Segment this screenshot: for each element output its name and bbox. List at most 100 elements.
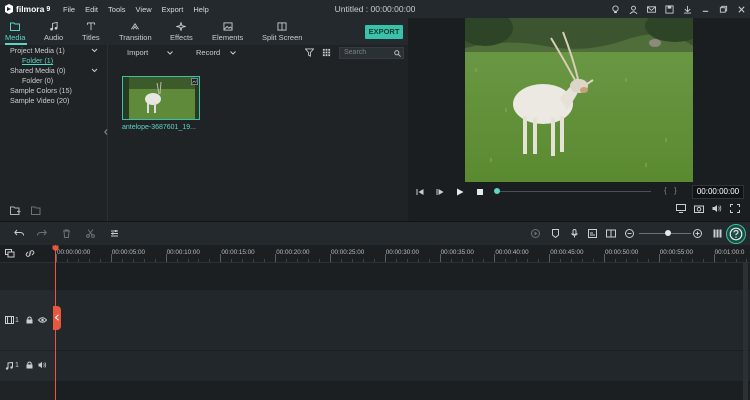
ruler-minor-tick bbox=[373, 259, 375, 262]
menu-tools[interactable]: Tools bbox=[108, 5, 126, 14]
folder-shared-media[interactable]: Shared Media (0) bbox=[10, 66, 66, 75]
display-settings-icon[interactable] bbox=[676, 204, 686, 213]
play-reverse-icon[interactable] bbox=[436, 188, 444, 196]
menu-export[interactable]: Export bbox=[162, 5, 184, 14]
timeline-scrollbar[interactable] bbox=[743, 263, 748, 400]
adjust-icon[interactable] bbox=[110, 229, 119, 238]
collapse-panel-icon[interactable] bbox=[104, 129, 108, 135]
play-icon[interactable] bbox=[456, 188, 464, 196]
ruler-tick-label: 00:00:45:00 bbox=[550, 249, 584, 256]
ruler-minor-tick bbox=[538, 259, 540, 262]
lock-icon[interactable] bbox=[26, 361, 33, 369]
ruler-tick-label: 00:00:20:00 bbox=[276, 249, 310, 256]
ruler-minor-tick bbox=[406, 259, 408, 262]
import-button[interactable]: Import bbox=[127, 48, 148, 57]
previous-frame-icon[interactable] bbox=[416, 188, 424, 196]
tab-titles[interactable]: Titles bbox=[82, 22, 100, 42]
tab-media[interactable]: Media bbox=[5, 22, 25, 42]
chevron-down-icon[interactable] bbox=[167, 51, 173, 55]
help-button[interactable] bbox=[726, 224, 746, 244]
video-track-row[interactable] bbox=[0, 290, 750, 350]
menu-help[interactable]: Help bbox=[193, 5, 208, 14]
mark-in-icon[interactable]: { bbox=[664, 186, 667, 195]
redo-icon[interactable] bbox=[37, 229, 47, 238]
eye-icon[interactable] bbox=[38, 317, 47, 323]
menu-edit[interactable]: Edit bbox=[85, 5, 98, 14]
preview-scrubber[interactable] bbox=[495, 191, 651, 192]
ruler-tick-label: 00:00:35:00 bbox=[440, 249, 474, 256]
zoom-slider-handle[interactable] bbox=[665, 230, 671, 236]
volume-icon[interactable] bbox=[712, 204, 722, 213]
delete-folder-icon[interactable] bbox=[31, 206, 42, 215]
ruler-minor-tick bbox=[724, 259, 726, 262]
ruler-tick-label: 00:00:10:00 bbox=[166, 249, 200, 256]
marker-icon[interactable] bbox=[551, 229, 560, 238]
link-icon[interactable] bbox=[25, 249, 35, 258]
menu-file[interactable]: File bbox=[63, 5, 75, 14]
search-icon[interactable] bbox=[394, 50, 401, 57]
playhead-track-grip[interactable] bbox=[53, 306, 61, 330]
tab-audio[interactable]: Audio bbox=[44, 22, 63, 42]
undo-icon[interactable] bbox=[14, 229, 24, 238]
cut-icon[interactable] bbox=[86, 229, 95, 238]
folder-shared-subfolder[interactable]: Folder (0) bbox=[22, 76, 53, 85]
ruler-minor-tick bbox=[505, 259, 507, 262]
tab-elements-label: Elements bbox=[212, 33, 244, 42]
folder-sample-colors[interactable]: Sample Colors (15) bbox=[10, 86, 72, 95]
delete-icon[interactable] bbox=[62, 229, 71, 238]
folder-project-subfolder[interactable]: Folder (1) bbox=[22, 56, 53, 65]
microphone-icon[interactable] bbox=[570, 229, 579, 238]
tab-elements[interactable]: Elements bbox=[212, 22, 243, 42]
ruler-minor-tick bbox=[582, 259, 584, 262]
snapshot-icon[interactable] bbox=[694, 204, 704, 213]
fullscreen-icon[interactable] bbox=[730, 204, 740, 213]
chevron-down-icon[interactable] bbox=[91, 68, 98, 73]
lightbulb-icon[interactable] bbox=[611, 4, 620, 14]
timeline-options-icon[interactable] bbox=[713, 229, 722, 238]
close-icon[interactable] bbox=[737, 5, 746, 14]
preview-scrubber-handle[interactable] bbox=[494, 188, 500, 194]
tab-transition[interactable]: Transition bbox=[119, 22, 152, 42]
new-folder-icon[interactable] bbox=[10, 206, 21, 215]
ruler-minor-tick bbox=[231, 259, 233, 262]
audio-track-number: 1 bbox=[15, 362, 19, 369]
voiceover-icon[interactable] bbox=[588, 229, 597, 238]
timeline-ruler[interactable]: 00:00:00:00 00:00:05:00 00:00:10:00 00:00:1… bbox=[0, 245, 750, 263]
lock-icon[interactable] bbox=[26, 316, 33, 324]
split-screen-timeline-icon[interactable] bbox=[606, 229, 616, 238]
stop-icon[interactable] bbox=[476, 188, 484, 196]
tab-effects[interactable]: Effects bbox=[170, 22, 193, 42]
menu-view[interactable]: View bbox=[136, 5, 152, 14]
tab-titles-label: Titles bbox=[82, 33, 100, 42]
ruler-minor-tick bbox=[680, 259, 682, 262]
filter-icon[interactable] bbox=[305, 48, 314, 57]
ruler-minor-tick bbox=[669, 259, 671, 262]
chevron-down-icon[interactable] bbox=[91, 48, 98, 53]
tab-split-screen[interactable]: Split Screen bbox=[262, 22, 302, 42]
ruler-tick-label: 00:00:05:00 bbox=[111, 249, 146, 256]
record-button[interactable]: Record bbox=[196, 48, 220, 57]
chevron-down-icon[interactable] bbox=[230, 51, 236, 55]
minimize-icon[interactable] bbox=[701, 5, 710, 14]
add-track-icon[interactable] bbox=[5, 249, 15, 258]
download-icon[interactable] bbox=[683, 5, 692, 14]
mail-icon[interactable] bbox=[647, 5, 656, 14]
save-icon[interactable] bbox=[665, 4, 674, 14]
account-icon[interactable] bbox=[629, 5, 638, 14]
tab-media-label: Media bbox=[5, 33, 26, 42]
playhead-handle[interactable] bbox=[52, 245, 59, 252]
mark-out-icon[interactable]: } bbox=[674, 186, 677, 195]
ruler-minor-tick bbox=[132, 259, 134, 262]
audio-track-row[interactable] bbox=[0, 351, 750, 381]
media-thumbnail[interactable] bbox=[122, 76, 200, 120]
export-button[interactable]: EXPORT bbox=[365, 25, 403, 39]
zoom-out-icon[interactable] bbox=[625, 229, 634, 238]
grid-view-icon[interactable] bbox=[322, 48, 331, 57]
restore-icon[interactable] bbox=[719, 5, 728, 14]
zoom-in-icon[interactable] bbox=[693, 229, 702, 238]
speaker-icon[interactable] bbox=[38, 361, 47, 369]
render-icon[interactable] bbox=[531, 229, 540, 238]
timeline-toolbar bbox=[0, 221, 750, 245]
folder-sample-video[interactable]: Sample Video (20) bbox=[10, 96, 69, 105]
folder-project-media[interactable]: Project Media (1) bbox=[10, 46, 65, 55]
